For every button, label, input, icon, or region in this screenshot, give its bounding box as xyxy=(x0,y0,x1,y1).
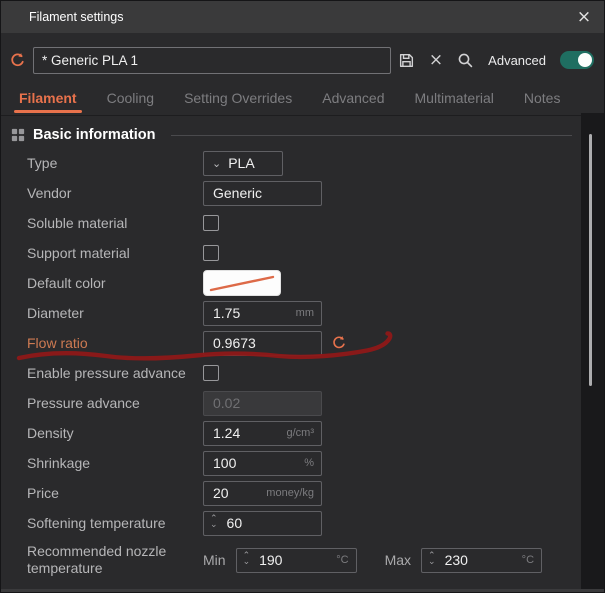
row-support-material: Support material xyxy=(1,238,604,268)
row-enable-pressure-advance: Enable pressure advance xyxy=(1,358,604,388)
field-label: Shrinkage xyxy=(1,455,203,472)
min-label: Min xyxy=(203,552,226,568)
field-label: Recommended nozzle temperature xyxy=(1,543,203,577)
field-label: Default color xyxy=(1,275,203,292)
enable-pressure-advance-checkbox[interactable] xyxy=(203,365,219,381)
spin-down-icon[interactable]: ⌄ xyxy=(210,523,218,529)
tab-setting-overrides[interactable]: Setting Overrides xyxy=(184,85,292,115)
scrollbar-thumb[interactable] xyxy=(589,134,592,386)
diameter-input[interactable] xyxy=(204,305,296,321)
row-type: Type ⌄ PLA xyxy=(1,148,604,178)
softening-temperature-field-box: ⌃ ⌄ xyxy=(203,511,322,536)
advanced-toggle[interactable] xyxy=(560,51,594,69)
advanced-label: Advanced xyxy=(488,53,546,68)
tab-notes[interactable]: Notes xyxy=(524,85,561,115)
row-price: Price money/kg xyxy=(1,478,604,508)
field-label: Vendor xyxy=(1,185,203,202)
delete-preset-icon[interactable]: × xyxy=(429,50,443,70)
section-title: Basic information xyxy=(33,127,155,143)
row-softening-temperature: Softening temperature ⌃ ⌄ xyxy=(1,508,604,538)
price-input[interactable] xyxy=(204,485,266,501)
settings-tabs: Filament Cooling Setting Overrides Advan… xyxy=(1,83,604,116)
tab-advanced[interactable]: Advanced xyxy=(322,85,384,115)
default-color-swatch[interactable] xyxy=(203,270,281,296)
spin-down-icon[interactable]: ⌄ xyxy=(428,560,436,566)
vendor-field-box xyxy=(203,181,322,206)
unit-label: °C xyxy=(522,554,541,566)
toolbar-actions: × Advanced xyxy=(398,50,594,70)
preset-name-input[interactable] xyxy=(33,47,391,74)
field-label: Support material xyxy=(1,245,203,262)
close-icon[interactable]: × xyxy=(564,1,604,33)
spin-down-icon[interactable]: ⌄ xyxy=(243,560,251,566)
row-shrinkage: Shrinkage % xyxy=(1,448,604,478)
toggle-knob xyxy=(578,53,592,67)
field-label: Flow ratio xyxy=(1,335,203,352)
row-soluble-material: Soluble material xyxy=(1,208,604,238)
nozzle-temp-max-field-box: ⌃ ⌄ °C xyxy=(421,548,542,573)
flow-ratio-field-box xyxy=(203,331,322,356)
row-recommended-nozzle-temperature: Recommended nozzle temperature Min ⌃ ⌄ °… xyxy=(1,538,604,582)
scrollbar-track[interactable] xyxy=(581,113,604,592)
window-title: Filament settings xyxy=(29,10,123,24)
search-icon[interactable] xyxy=(457,52,474,69)
type-dropdown[interactable]: ⌄ PLA xyxy=(203,151,283,176)
nozzle-temp-min-field-box: ⌃ ⌄ °C xyxy=(236,548,357,573)
row-vendor: Vendor xyxy=(1,178,604,208)
support-material-checkbox[interactable] xyxy=(203,245,219,261)
nozzle-temp-min-input[interactable] xyxy=(250,552,336,568)
field-label: Softening temperature xyxy=(1,515,203,532)
field-label: Density xyxy=(1,425,203,442)
price-field-box: money/kg xyxy=(203,481,322,506)
tab-multimaterial[interactable]: Multimaterial xyxy=(415,85,494,115)
vendor-input[interactable] xyxy=(204,185,321,201)
pressure-advance-input xyxy=(204,395,321,411)
field-label: Price xyxy=(1,485,203,502)
field-label: Diameter xyxy=(1,305,203,322)
section-divider xyxy=(171,135,572,136)
spinner-arrows[interactable]: ⌃ ⌄ xyxy=(237,554,251,566)
unit-label: mm xyxy=(296,307,321,319)
window-bottom-edge xyxy=(1,589,604,592)
unit-label: % xyxy=(304,457,321,469)
shrinkage-field-box: % xyxy=(203,451,322,476)
unit-label: °C xyxy=(336,554,355,566)
pressure-advance-field-box xyxy=(203,391,322,416)
title-bar: Filament settings × xyxy=(1,1,604,33)
preset-toolbar: × Advanced xyxy=(1,33,604,83)
field-label: Enable pressure advance xyxy=(1,365,203,382)
undo-value-icon[interactable] xyxy=(331,335,347,351)
reset-preset-icon[interactable] xyxy=(9,52,26,69)
softening-temperature-input[interactable] xyxy=(218,515,321,531)
chevron-down-icon: ⌄ xyxy=(212,158,221,169)
tab-cooling[interactable]: Cooling xyxy=(107,85,154,115)
type-value: PLA xyxy=(228,155,254,171)
diameter-field-box: mm xyxy=(203,301,322,326)
spinner-arrows[interactable]: ⌃ ⌄ xyxy=(204,517,218,529)
nozzle-temp-max-input[interactable] xyxy=(436,552,522,568)
grid-icon xyxy=(11,128,25,142)
density-input[interactable] xyxy=(204,425,287,441)
max-label: Max xyxy=(385,552,411,568)
row-flow-ratio: Flow ratio xyxy=(1,328,604,358)
unit-label: money/kg xyxy=(266,487,321,499)
density-field-box: g/cm³ xyxy=(203,421,322,446)
save-preset-icon[interactable] xyxy=(398,52,415,69)
filament-settings-window: Filament settings × × xyxy=(0,0,605,593)
spinner-arrows[interactable]: ⌃ ⌄ xyxy=(422,554,436,566)
field-label: Pressure advance xyxy=(1,395,203,412)
soluble-material-checkbox[interactable] xyxy=(203,215,219,231)
section-basic-information: Basic information xyxy=(11,122,572,148)
row-diameter: Diameter mm xyxy=(1,298,604,328)
row-default-color: Default color xyxy=(1,268,604,298)
shrinkage-input[interactable] xyxy=(204,455,304,471)
field-label: Type xyxy=(1,155,203,172)
tab-filament[interactable]: Filament xyxy=(19,85,77,115)
row-pressure-advance: Pressure advance xyxy=(1,388,604,418)
settings-content: Basic information Type ⌄ PLA Vendor xyxy=(1,113,604,592)
unit-label: g/cm³ xyxy=(287,427,322,439)
row-density: Density g/cm³ xyxy=(1,418,604,448)
field-label: Soluble material xyxy=(1,215,203,232)
flow-ratio-input[interactable] xyxy=(204,335,321,351)
